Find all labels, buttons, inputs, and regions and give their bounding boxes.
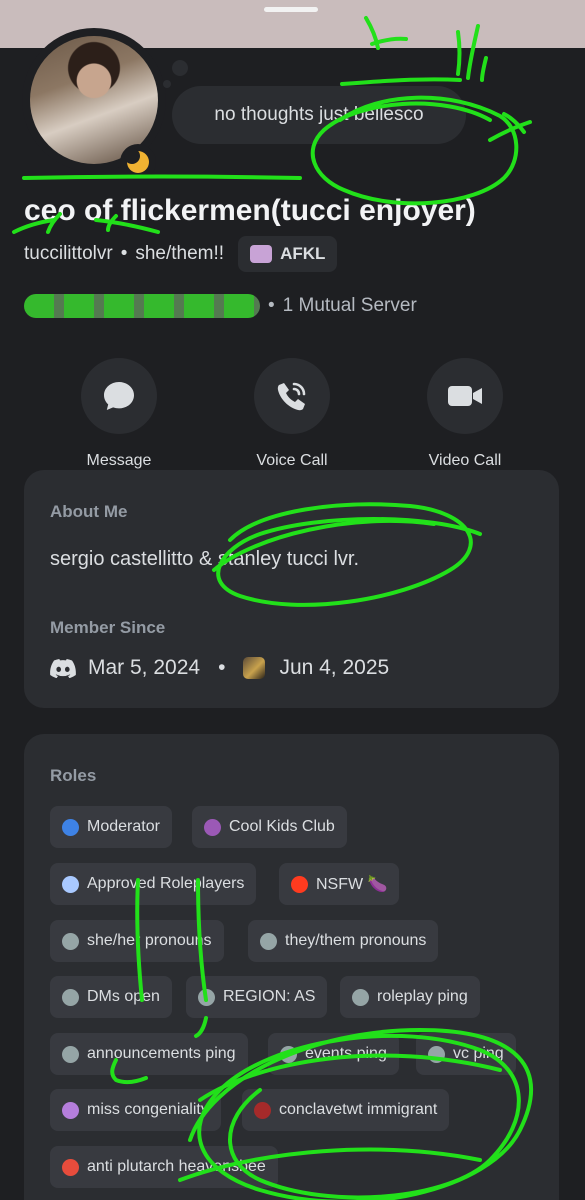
role-color-dot: [260, 932, 277, 950]
role-chip[interactable]: she/her pronouns: [50, 920, 224, 962]
voice-call-button[interactable]: [254, 358, 330, 434]
message-label: Message: [86, 452, 152, 469]
mutual-friends-redacted[interactable]: [24, 294, 260, 318]
role-chip[interactable]: REGION: AS: [186, 976, 328, 1018]
role-label: DMs open: [87, 988, 160, 1005]
role-label: NSFW 🍆: [316, 876, 388, 893]
role-color-dot: [62, 818, 79, 836]
username-row: tuccilittolvr • she/them!! AFKL: [24, 236, 338, 272]
custom-status-text: no thoughts just bellesco: [214, 104, 424, 125]
status-bubble-tail-large: [172, 60, 188, 76]
role-label: events ping: [305, 1045, 387, 1062]
role-chip[interactable]: NSFW 🍆: [279, 863, 400, 905]
role-label: vc ping: [453, 1045, 504, 1062]
server-join-date: Jun 4, 2025: [279, 656, 390, 679]
member-since-row: Mar 5, 2024 • Jun 4, 2025: [50, 656, 389, 680]
about-me-text: sergio castellitto & stanley tucci lvr.: [50, 548, 360, 570]
server-icon: [243, 657, 266, 679]
role-chip[interactable]: conclavetwt immigrant: [242, 1089, 450, 1131]
role-color-dot: [62, 1045, 79, 1063]
role-label: they/them pronouns: [285, 932, 427, 949]
message-action[interactable]: Message: [44, 358, 194, 470]
role-color-dot: [291, 875, 308, 893]
about-me-title: About Me: [50, 502, 128, 521]
sheet-grabber[interactable]: [264, 7, 318, 12]
role-color-dot: [352, 988, 369, 1006]
role-label: announcements ping: [87, 1045, 236, 1062]
separator-dot: •: [120, 243, 128, 264]
profile-actions: Message Voice Call Video Call: [24, 358, 561, 478]
role-label: Approved Roleplayers: [87, 875, 245, 892]
role-color-dot: [280, 1045, 297, 1063]
pronouns: she/them!!: [135, 243, 225, 264]
role-chip[interactable]: anti plutarch heavensbee: [50, 1146, 278, 1188]
role-chip[interactable]: vc ping: [416, 1033, 516, 1075]
roles-card: Roles Moderator Cool Kids Club Approved …: [24, 734, 559, 1200]
clan-badge-icon: [250, 245, 273, 263]
roles-title: Roles: [50, 766, 97, 785]
role-color-dot: [428, 1045, 445, 1063]
video-call-label: Video Call: [428, 452, 502, 469]
discord-join-date: Mar 5, 2024: [88, 656, 201, 679]
role-chip[interactable]: events ping: [268, 1033, 399, 1075]
username[interactable]: tuccilittolvr: [24, 243, 113, 265]
separator-dot: •: [268, 295, 275, 316]
voice-call-label: Voice Call: [256, 452, 328, 469]
status-indicator: [120, 144, 156, 180]
mutuals-row: • 1 Mutual Server: [24, 292, 417, 320]
role-label: REGION: AS: [223, 988, 316, 1005]
role-chip[interactable]: Approved Roleplayers: [50, 863, 257, 905]
role-label: she/her pronouns: [87, 932, 212, 949]
role-chip[interactable]: roleplay ping: [340, 976, 480, 1018]
role-color-dot: [62, 875, 79, 893]
video-call-action[interactable]: Video Call: [390, 358, 540, 470]
role-chip[interactable]: Cool Kids Club: [192, 806, 347, 848]
clan-tag[interactable]: AFKL: [238, 236, 338, 272]
discord-logo-icon: [50, 659, 76, 678]
role-label: Cool Kids Club: [229, 818, 335, 835]
message-button[interactable]: [81, 358, 157, 434]
role-color-dot: [198, 988, 215, 1006]
about-me-card: About Me sergio castellitto & stanley tu…: [24, 470, 559, 708]
role-chip[interactable]: miss congeniality: [50, 1089, 221, 1131]
role-label: conclavetwt immigrant: [279, 1101, 438, 1118]
role-color-dot: [62, 988, 79, 1006]
role-label: Moderator: [87, 818, 160, 835]
role-chip[interactable]: announcements ping: [50, 1033, 248, 1075]
mutual-servers-link[interactable]: 1 Mutual Server: [283, 295, 417, 317]
separator-dot: •: [218, 656, 226, 679]
clan-tag-label: AFKL: [280, 244, 326, 263]
phone-icon: [277, 382, 306, 411]
status-bubble-tail-small: [163, 80, 171, 88]
video-camera-icon: [448, 386, 482, 406]
voice-call-action[interactable]: Voice Call: [217, 358, 367, 470]
member-since-title: Member Since: [50, 618, 166, 637]
role-color-dot: [62, 1158, 79, 1176]
role-color-dot: [204, 818, 221, 836]
idle-moon-icon: [124, 148, 149, 173]
message-icon: [104, 382, 134, 410]
role-chip[interactable]: DMs open: [50, 976, 172, 1018]
role-color-dot: [254, 1101, 271, 1119]
role-chip[interactable]: Moderator: [50, 806, 172, 848]
custom-status-bubble[interactable]: no thoughts just bellesco: [172, 86, 466, 144]
role-label: miss congeniality: [87, 1101, 209, 1118]
role-chip[interactable]: they/them pronouns: [248, 920, 439, 962]
role-color-dot: [62, 932, 79, 950]
video-call-button[interactable]: [427, 358, 503, 434]
role-label: anti plutarch heavensbee: [87, 1158, 266, 1175]
role-color-dot: [62, 1101, 79, 1119]
display-name: ceo of flickermen(tucci enjoyer): [24, 194, 476, 227]
role-label: roleplay ping: [377, 988, 468, 1005]
